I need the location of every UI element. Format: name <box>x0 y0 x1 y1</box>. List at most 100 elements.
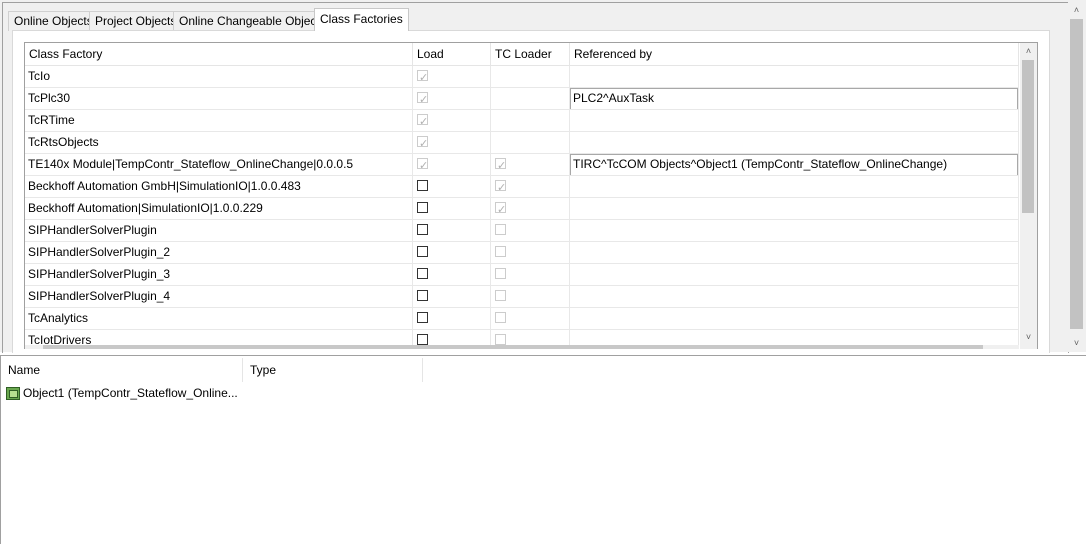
class-factory-name: TcIo <box>25 66 413 87</box>
referenced-by-text: PLC2^AuxTask <box>573 91 654 105</box>
referenced-by-cell[interactable] <box>570 110 1019 131</box>
tc-loader-cell <box>491 132 570 153</box>
tc-loader-cell: ✓ <box>491 220 570 241</box>
load-checkbox[interactable]: ✓ <box>417 312 428 323</box>
tc-loader-cell: ✓ <box>491 242 570 263</box>
check-icon: ✓ <box>419 116 429 128</box>
load-cell: ✓ <box>413 220 491 241</box>
tc-loader-cell: ✓ <box>491 154 570 175</box>
referenced-by-cell[interactable] <box>570 220 1019 241</box>
column-header-load[interactable]: Load <box>413 43 491 65</box>
table-row[interactable]: Beckhoff Automation|SimulationIO|1.0.0.2… <box>25 198 1019 220</box>
scroll-up-icon[interactable]: ˄ <box>1068 2 1085 19</box>
check-icon: ✓ <box>497 160 507 172</box>
referenced-by-cell[interactable] <box>570 242 1019 263</box>
table-row[interactable]: TcPlc30 ✓ PLC2^AuxTask <box>25 88 1019 110</box>
load-cell: ✓ <box>413 132 491 153</box>
load-cell: ✓ <box>413 66 491 87</box>
list-header: Name Type <box>1 358 423 382</box>
tab-class-factories[interactable]: Class Factories <box>314 8 409 31</box>
referenced-by-cell[interactable]: TIRC^TcCOM Objects^Object1 (TempContr_St… <box>570 154 1019 175</box>
load-checkbox: ✓ <box>417 92 428 106</box>
tab-label: Project Objects <box>95 14 177 28</box>
table-row[interactable]: SIPHandlerSolverPlugin_4 ✓ ✓ <box>25 286 1019 308</box>
table-row[interactable]: TcRTime ✓ <box>25 110 1019 132</box>
class-factory-name: SIPHandlerSolverPlugin <box>25 220 413 241</box>
scroll-thumb[interactable] <box>1070 19 1083 329</box>
load-checkbox[interactable]: ✓ <box>417 246 428 257</box>
list-item[interactable]: Object1 (TempContr_Stateflow_Online... <box>6 385 238 401</box>
tc-loader-cell <box>491 88 570 109</box>
referenced-by-cell[interactable] <box>570 66 1019 87</box>
grid-header: Class Factory Load TC Loader Referenced … <box>25 43 1019 66</box>
table-row[interactable]: SIPHandlerSolverPlugin ✓ ✓ <box>25 220 1019 242</box>
column-header-class-factory[interactable]: Class Factory <box>25 43 413 65</box>
check-icon: ✓ <box>497 204 507 216</box>
table-row[interactable]: TcRtsObjects ✓ <box>25 132 1019 154</box>
column-header-referenced-by[interactable]: Referenced by <box>570 43 1019 65</box>
load-checkbox[interactable]: ✓ <box>417 202 428 213</box>
column-header-name[interactable]: Name <box>1 358 243 382</box>
class-factory-grid: Class Factory Load TC Loader Referenced … <box>24 42 1038 349</box>
column-header-tc-loader[interactable]: TC Loader <box>491 43 570 65</box>
scroll-thumb[interactable] <box>1022 60 1034 213</box>
scroll-down-icon[interactable]: ˅ <box>1020 329 1037 346</box>
class-factories-panel: Online Objects Project Objects Online Ch… <box>0 0 1086 353</box>
tab-project-objects[interactable]: Project Objects <box>89 11 183 31</box>
table-row[interactable]: SIPHandlerSolverPlugin_3 ✓ ✓ <box>25 264 1019 286</box>
table-row[interactable]: SIPHandlerSolverPlugin_2 ✓ ✓ <box>25 242 1019 264</box>
load-checkbox[interactable]: ✓ <box>417 334 428 345</box>
referenced-by-cell[interactable] <box>570 132 1019 153</box>
tc-loader-checkbox: ✓ <box>495 290 506 301</box>
column-header-type[interactable]: Type <box>243 358 423 382</box>
tab-online-changeable-objects[interactable]: Online Changeable Objects <box>173 11 332 31</box>
tc-loader-cell <box>491 110 570 131</box>
load-checkbox[interactable]: ✓ <box>417 290 428 301</box>
tc-loader-cell: ✓ <box>491 176 570 197</box>
tab-online-objects[interactable]: Online Objects <box>8 11 99 31</box>
load-cell: ✓ <box>413 88 491 109</box>
load-checkbox[interactable]: ✓ <box>417 180 428 191</box>
panel-vertical-scrollbar[interactable]: ˄ ˅ <box>1068 2 1085 352</box>
tc-loader-checkbox: ✓ <box>495 312 506 323</box>
load-checkbox: ✓ <box>417 136 428 150</box>
tc-loader-cell: ✓ <box>491 286 570 307</box>
load-cell: ✓ <box>413 176 491 197</box>
load-checkbox[interactable]: ✓ <box>417 268 428 279</box>
load-checkbox[interactable]: ✓ <box>417 224 428 235</box>
tc-loader-checkbox: ✓ <box>495 180 506 194</box>
tc-loader-checkbox: ✓ <box>495 268 506 279</box>
load-cell: ✓ <box>413 264 491 285</box>
referenced-by-cell[interactable]: PLC2^AuxTask <box>570 88 1019 109</box>
class-factory-name: SIPHandlerSolverPlugin_3 <box>25 264 413 285</box>
referenced-by-cell[interactable] <box>570 286 1019 307</box>
referenced-by-cell[interactable] <box>570 308 1019 329</box>
referenced-by-cell[interactable] <box>570 176 1019 197</box>
scroll-down-icon[interactable]: ˅ <box>1068 335 1085 352</box>
table-row[interactable]: TcIo ✓ <box>25 66 1019 88</box>
class-factory-name: TcPlc30 <box>25 88 413 109</box>
class-factory-name: TcRtsObjects <box>25 132 413 153</box>
check-icon: ✓ <box>419 72 429 84</box>
grid-rows: TcIo ✓ TcPlc30 ✓ PLC2^AuxTask TcRTime ✓ TcRtsOb… <box>25 66 1019 349</box>
referenced-by-cell[interactable] <box>570 198 1019 219</box>
tab-label: Online Objects <box>14 14 93 28</box>
class-factory-name: SIPHandlerSolverPlugin_2 <box>25 242 413 263</box>
referenced-by-text: TIRC^TcCOM Objects^Object1 (TempContr_St… <box>573 157 948 171</box>
table-row[interactable]: Beckhoff Automation GmbH|SimulationIO|1.… <box>25 176 1019 198</box>
class-factory-name: TE140x Module|TempContr_Stateflow_Online… <box>25 154 413 175</box>
grid-vertical-scrollbar[interactable]: ˄ ˅ <box>1020 43 1037 349</box>
grid-horizontal-scrollbar[interactable] <box>25 345 1019 349</box>
referenced-by-cell[interactable] <box>570 264 1019 285</box>
tc-loader-checkbox: ✓ <box>495 202 506 216</box>
load-cell: ✓ <box>413 308 491 329</box>
hscroll-thumb[interactable] <box>43 345 983 349</box>
check-icon: ✓ <box>419 138 429 150</box>
object-list-panel: Name Type Object1 (TempContr_Stateflow_O… <box>0 355 1086 544</box>
load-checkbox: ✓ <box>417 114 428 128</box>
scroll-up-icon[interactable]: ˄ <box>1020 43 1037 60</box>
check-icon: ✓ <box>497 182 507 194</box>
table-row[interactable]: TE140x Module|TempContr_Stateflow_Online… <box>25 154 1019 176</box>
table-row[interactable]: TcAnalytics ✓ ✓ <box>25 308 1019 330</box>
tc-loader-cell <box>491 66 570 87</box>
